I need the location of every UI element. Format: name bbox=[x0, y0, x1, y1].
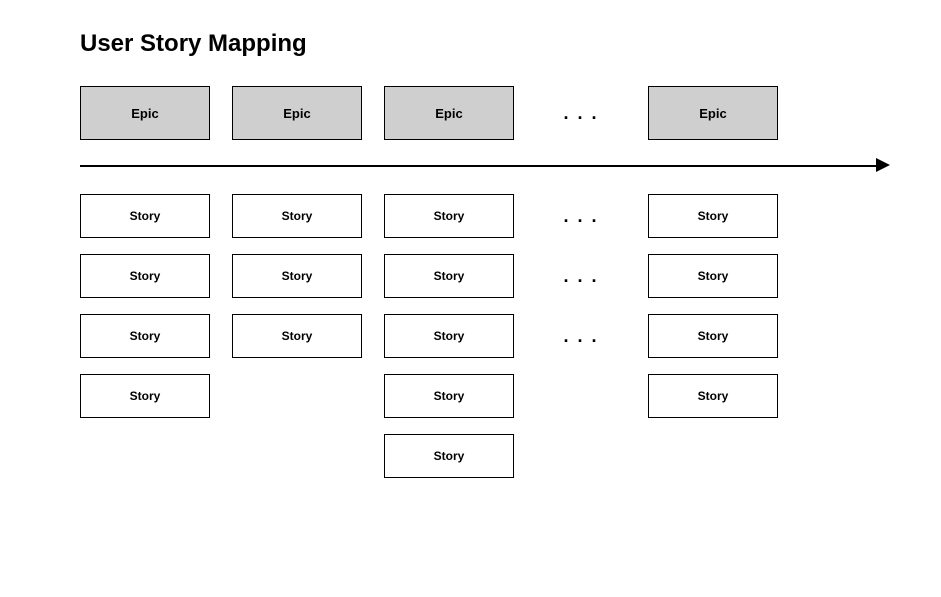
story-row: Story Story Story . . . Story bbox=[80, 314, 891, 358]
story-box: Story bbox=[648, 314, 778, 358]
story-row: Story bbox=[80, 434, 891, 478]
story-box: Story bbox=[384, 434, 514, 478]
arrow-line-icon bbox=[80, 165, 880, 167]
story-box: Story bbox=[648, 374, 778, 418]
timeline-arrow bbox=[80, 154, 890, 178]
epic-box: Epic bbox=[80, 86, 210, 140]
story-box: Story bbox=[80, 374, 210, 418]
ellipsis-icon: . . . bbox=[536, 266, 626, 287]
empty-slot bbox=[80, 434, 210, 478]
story-box: Story bbox=[80, 254, 210, 298]
story-box: Story bbox=[648, 254, 778, 298]
story-box: Story bbox=[232, 194, 362, 238]
ellipsis-icon: . . . bbox=[536, 326, 626, 347]
empty-slot bbox=[648, 434, 778, 478]
story-box: Story bbox=[384, 194, 514, 238]
stories-section: Story Story Story . . . Story Story Stor… bbox=[80, 194, 891, 486]
story-box: Story bbox=[384, 254, 514, 298]
ellipsis-icon: . . . bbox=[536, 103, 626, 124]
story-box: Story bbox=[648, 194, 778, 238]
story-box: Story bbox=[80, 314, 210, 358]
story-box: Story bbox=[80, 194, 210, 238]
story-box: Story bbox=[232, 314, 362, 358]
epic-box: Epic bbox=[648, 86, 778, 140]
diagram-title: User Story Mapping bbox=[80, 30, 891, 58]
story-box: Story bbox=[384, 374, 514, 418]
arrow-head-icon bbox=[876, 158, 890, 172]
story-box: Story bbox=[232, 254, 362, 298]
epic-box: Epic bbox=[384, 86, 514, 140]
story-row: Story Story Story . . . Story bbox=[80, 194, 891, 238]
empty-slot bbox=[232, 374, 362, 418]
epic-box: Epic bbox=[232, 86, 362, 140]
story-row: Story Story Story bbox=[80, 374, 891, 418]
story-box: Story bbox=[384, 314, 514, 358]
empty-slot bbox=[232, 434, 362, 478]
story-row: Story Story Story . . . Story bbox=[80, 254, 891, 298]
epic-row: Epic Epic Epic . . . Epic bbox=[80, 86, 891, 140]
ellipsis-icon: . . . bbox=[536, 206, 626, 227]
